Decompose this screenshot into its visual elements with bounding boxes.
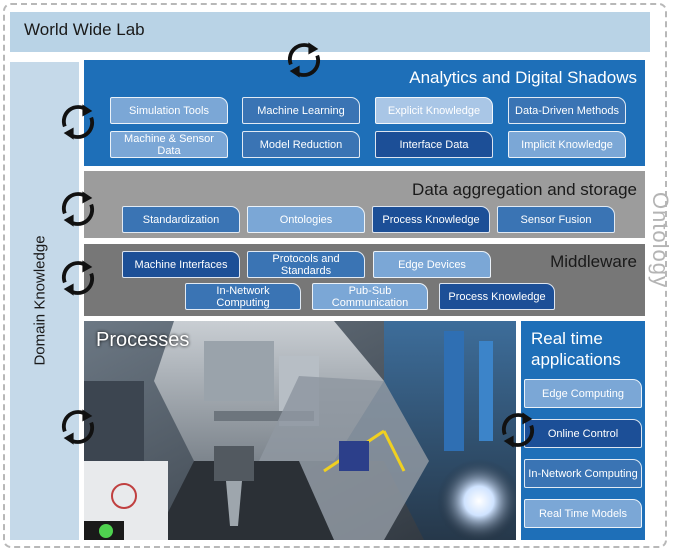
domain-knowledge-label-wrap: Domain Knowledge: [20, 220, 60, 380]
chip-online-control: Online Control: [524, 419, 642, 448]
chip-in-network-computing-rt: In-Network Computing: [524, 459, 642, 488]
cycle-arrows-icon: [501, 412, 535, 448]
chip-real-time-models: Real Time Models: [524, 499, 642, 528]
chip-interface-data: Interface Data: [375, 131, 493, 158]
chip-process-knowledge: Process Knowledge: [372, 206, 490, 233]
ontology-label: Ontology: [648, 191, 673, 289]
cycle-arrows-icon: [61, 191, 95, 227]
chip-process-knowledge-mw: Process Knowledge: [439, 283, 555, 310]
chip-simulation-tools: Simulation Tools: [110, 97, 228, 124]
chip-implicit-knowledge: Implicit Knowledge: [508, 131, 626, 158]
chip-data-driven-methods: Data-Driven Methods: [508, 97, 626, 124]
world-wide-lab-label: World Wide Lab: [24, 20, 145, 39]
cycle-arrows-icon: [61, 409, 95, 445]
chip-machine-sensor-data: Machine & Sensor Data: [110, 131, 228, 158]
realtime-title-line1: Real time: [531, 329, 603, 348]
chip-in-network-computing: In-Network Computing: [185, 283, 301, 310]
middleware-title: Middleware: [550, 252, 637, 271]
analytics-title: Analytics and Digital Shadows: [409, 68, 637, 87]
processes-title: Processes: [96, 329, 190, 351]
chip-standardization: Standardization: [122, 206, 240, 233]
cycle-arrows-icon: [61, 104, 95, 140]
chip-explicit-knowledge: Explicit Knowledge: [375, 97, 493, 124]
ontology-label-wrap: Ontology: [640, 175, 680, 305]
chip-edge-devices: Edge Devices: [373, 251, 491, 278]
data-aggregation-title: Data aggregation and storage: [412, 180, 637, 199]
domain-knowledge-label: Domain Knowledge: [31, 234, 49, 366]
realtime-title: Real time applications: [531, 328, 641, 370]
chip-protocols-standards: Protocols and Standards: [247, 251, 365, 278]
processes-collage-image: [84, 321, 516, 540]
chip-machine-interfaces: Machine Interfaces: [122, 251, 240, 278]
chip-machine-learning: Machine Learning: [242, 97, 360, 124]
chip-edge-computing: Edge Computing: [524, 379, 642, 408]
cycle-arrows-icon: [287, 42, 321, 78]
processes-photo-collage: [84, 321, 516, 540]
realtime-title-line2: applications: [531, 350, 621, 369]
chip-sensor-fusion: Sensor Fusion: [497, 206, 615, 233]
chip-ontologies: Ontologies: [247, 206, 365, 233]
chip-pub-sub-communication: Pub-Sub Communication: [312, 283, 428, 310]
cycle-arrows-icon: [61, 260, 95, 296]
chip-model-reduction: Model Reduction: [242, 131, 360, 158]
